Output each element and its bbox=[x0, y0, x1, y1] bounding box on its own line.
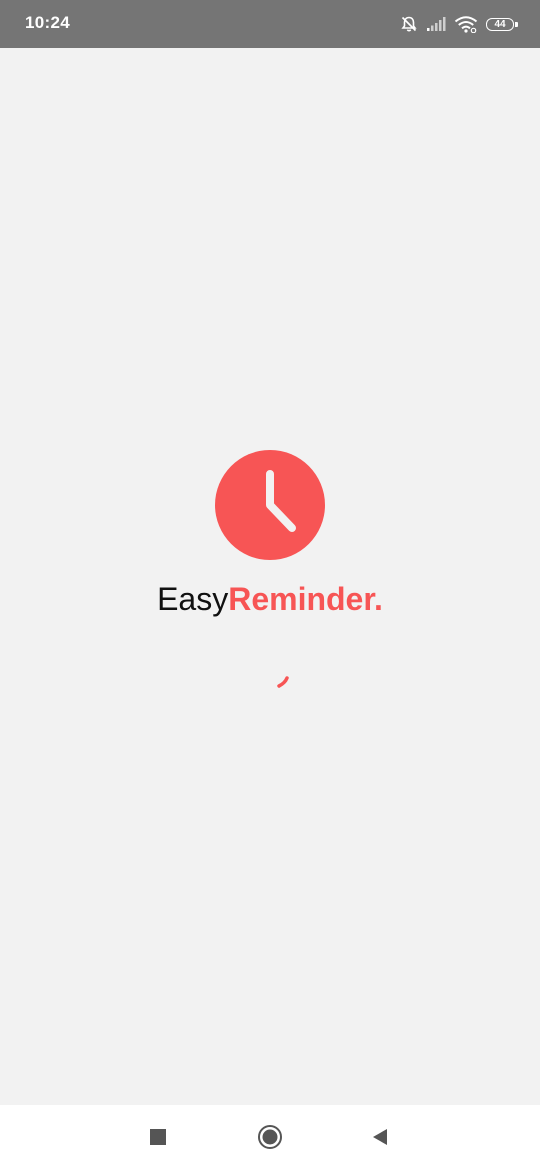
back-button[interactable] bbox=[366, 1123, 394, 1151]
navigation-bar bbox=[0, 1105, 540, 1170]
back-triangle-icon bbox=[373, 1129, 387, 1145]
status-bar: 10:24 44 bbox=[0, 0, 540, 48]
square-icon bbox=[150, 1129, 166, 1145]
loading-spinner-icon bbox=[277, 676, 289, 688]
signal-icon bbox=[426, 17, 446, 31]
clock-icon bbox=[215, 450, 325, 560]
splash-screen: EasyReminder. bbox=[0, 48, 540, 1105]
recents-button[interactable] bbox=[144, 1123, 172, 1151]
home-button[interactable] bbox=[256, 1123, 284, 1151]
battery-tip bbox=[515, 21, 518, 27]
brand-reminder: Reminder. bbox=[228, 581, 383, 617]
wifi-icon bbox=[454, 15, 478, 33]
status-icons: 44 bbox=[400, 13, 518, 35]
brand-easy: Easy bbox=[157, 581, 229, 617]
status-time: 10:24 bbox=[25, 13, 70, 32]
app-brand-title: EasyReminder. bbox=[0, 580, 540, 618]
notifications-off-icon bbox=[400, 15, 418, 33]
battery-icon: 44 bbox=[486, 17, 518, 32]
battery-level: 44 bbox=[486, 17, 514, 31]
home-circle-icon bbox=[258, 1125, 282, 1149]
